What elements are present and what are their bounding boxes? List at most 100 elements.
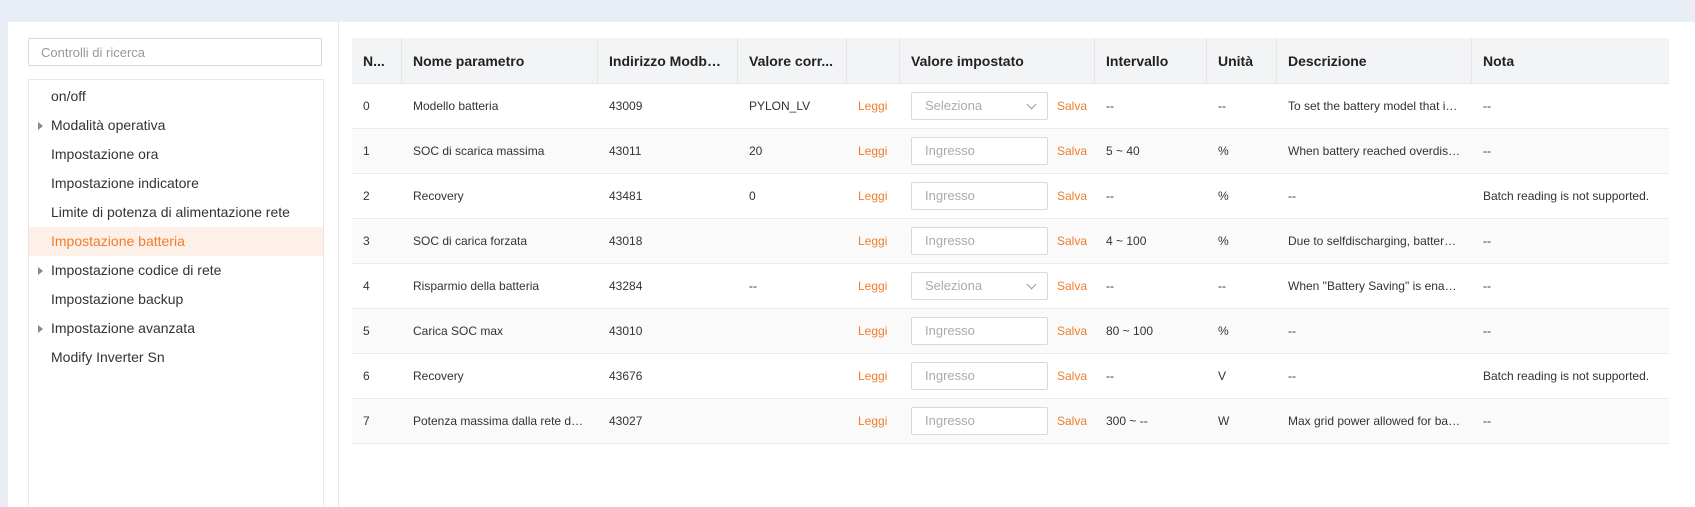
value-input[interactable]: Ingresso — [911, 362, 1048, 390]
settings-tree: on/off Modalità operativa Impostazione ora… — [28, 79, 324, 507]
value-input[interactable]: Ingresso — [911, 182, 1048, 210]
input-placeholder: Ingresso — [925, 368, 975, 383]
read-button[interactable]: Leggi — [858, 279, 887, 293]
header-set-value: Valore impostato — [900, 38, 1095, 84]
tree-item[interactable]: Impostazione batteria — [29, 227, 323, 256]
table-row: 2 Recovery 43481 0 Leggi Ingresso Salva --% -- Ba… — [352, 173, 1669, 219]
value-input[interactable]: Ingresso — [911, 317, 1048, 345]
cell-description: When "Battery Saving" is enabl... — [1277, 263, 1472, 309]
save-button[interactable]: Salva — [1057, 189, 1087, 203]
read-button[interactable]: Leggi — [858, 369, 887, 383]
cell-action: Leggi — [847, 83, 900, 129]
cell-note: -- — [1472, 83, 1669, 129]
read-button[interactable]: Leggi — [858, 144, 887, 158]
tree-item[interactable]: Impostazione indicatore — [29, 169, 323, 198]
search-input[interactable] — [28, 38, 322, 66]
table-row: 7 Potenza massima dalla rete dur... 43027 L… — [352, 398, 1669, 444]
tree-item[interactable]: Modify Inverter Sn — [29, 343, 323, 372]
value-input[interactable]: Ingresso — [911, 137, 1048, 165]
cell-current-value: 20 — [738, 128, 847, 174]
caret-right-icon[interactable] — [38, 267, 43, 275]
cell-name: Carica SOC max — [402, 308, 598, 354]
input-placeholder: Ingresso — [925, 188, 975, 203]
tree-item[interactable]: Limite di potenza di alimentazione rete — [29, 198, 323, 227]
cell-set-value: Ingresso Salva — [900, 128, 1095, 174]
caret-right-icon[interactable] — [38, 325, 43, 333]
cell-note: -- — [1472, 218, 1669, 264]
value-input[interactable]: Ingresso — [911, 227, 1048, 255]
read-button[interactable]: Leggi — [858, 99, 887, 113]
tree-item-label: Limite di potenza di alimentazione rete — [51, 204, 290, 220]
save-button[interactable]: Salva — [1057, 234, 1087, 248]
select-placeholder: Seleziona — [925, 98, 983, 113]
cell-address: 43010 — [598, 308, 738, 354]
cell-action: Leggi — [847, 263, 900, 309]
cell-note: -- — [1472, 308, 1669, 354]
table-header-row: N... Nome parametro Indirizzo Modbu... V… — [352, 38, 1669, 84]
tree-item[interactable]: on/off — [29, 82, 323, 111]
cell-action: Leggi — [847, 173, 900, 219]
cell-current-value: -- — [738, 263, 847, 309]
tree-item-label: Impostazione indicatore — [51, 175, 199, 191]
cell-num: 6 — [352, 353, 402, 399]
chevron-down-icon — [1026, 279, 1037, 290]
cell-address: 43027 — [598, 398, 738, 444]
tree-item-label: Modify Inverter Sn — [51, 349, 165, 365]
value-select[interactable]: Seleziona — [911, 92, 1048, 120]
cell-range: -- — [1095, 263, 1207, 309]
caret-right-icon[interactable] — [38, 122, 43, 130]
header-address: Indirizzo Modbu... — [598, 38, 738, 84]
cell-range: -- — [1095, 353, 1207, 399]
table-row: 1 SOC di scarica massima 43011 20 Leggi Ingre… — [352, 128, 1669, 174]
tree-item[interactable]: Impostazione codice di rete — [29, 256, 323, 285]
cell-name: Recovery — [402, 173, 598, 219]
cell-set-value: Seleziona Salva — [900, 83, 1095, 129]
value-input[interactable]: Ingresso — [911, 407, 1048, 435]
cell-action: Leggi — [847, 353, 900, 399]
cell-description: -- — [1277, 308, 1472, 354]
cell-description: Max grid power allowed for bat... — [1277, 398, 1472, 444]
header-name: Nome parametro — [402, 38, 598, 84]
cell-current-value — [738, 353, 847, 399]
table-row: 5 Carica SOC max 43010 Leggi Ingresso Salva 80… — [352, 308, 1669, 354]
cell-unit: % — [1207, 128, 1277, 174]
cell-set-value: Seleziona Salva — [900, 263, 1095, 309]
read-button[interactable]: Leggi — [858, 324, 887, 338]
cell-current-value: 0 — [738, 173, 847, 219]
save-button[interactable]: Salva — [1057, 99, 1087, 113]
save-button[interactable]: Salva — [1057, 369, 1087, 383]
read-button[interactable]: Leggi — [858, 189, 887, 203]
read-button[interactable]: Leggi — [858, 234, 887, 248]
tree-item[interactable]: Impostazione ora — [29, 140, 323, 169]
cell-address: 43009 — [598, 83, 738, 129]
tree-item[interactable]: Impostazione avanzata — [29, 314, 323, 343]
save-button[interactable]: Salva — [1057, 414, 1087, 428]
cell-note: -- — [1472, 398, 1669, 444]
cell-unit: % — [1207, 218, 1277, 264]
read-button[interactable]: Leggi — [858, 414, 887, 428]
save-button[interactable]: Salva — [1057, 144, 1087, 158]
cell-address: 43018 — [598, 218, 738, 264]
input-placeholder: Ingresso — [925, 233, 975, 248]
tree-item-label: on/off — [51, 88, 86, 104]
tree-item-label: Impostazione avanzata — [51, 320, 195, 336]
save-button[interactable]: Salva — [1057, 324, 1087, 338]
header-num: N... — [352, 38, 402, 84]
cell-num: 0 — [352, 83, 402, 129]
table-row: 0 Modello batteria 43009 PYLON_LV Leggi Selez… — [352, 83, 1669, 129]
value-select[interactable]: Seleziona — [911, 272, 1048, 300]
cell-set-value: Ingresso Salva — [900, 218, 1095, 264]
save-button[interactable]: Salva — [1057, 279, 1087, 293]
cell-set-value: Ingresso Salva — [900, 353, 1095, 399]
cell-name: Risparmio della batteria — [402, 263, 598, 309]
tree-item-label: Impostazione backup — [51, 291, 184, 307]
tree-item-label: Impostazione batteria — [51, 233, 185, 249]
tree-item[interactable]: Impostazione backup — [29, 285, 323, 314]
cell-unit: % — [1207, 173, 1277, 219]
select-placeholder: Seleziona — [925, 278, 983, 293]
cell-current-value — [738, 308, 847, 354]
tree-item[interactable]: Modalità operativa — [29, 111, 323, 140]
top-strip — [0, 0, 1695, 10]
cell-unit: -- — [1207, 263, 1277, 309]
tree-item-label: Impostazione codice di rete — [51, 262, 222, 278]
